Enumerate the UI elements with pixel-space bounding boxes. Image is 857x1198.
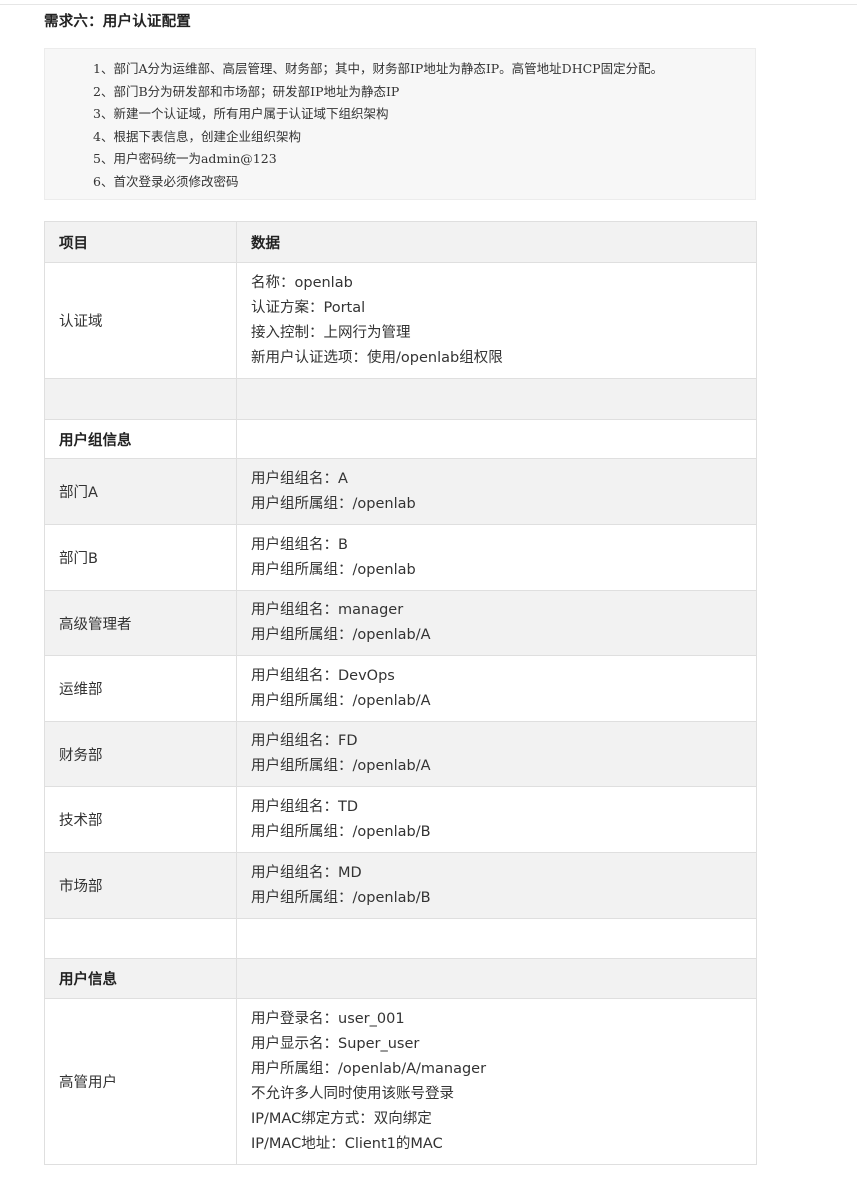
value-line: 用户组组名：B xyxy=(251,536,348,553)
row-value: 用户组组名：A 用户组所属组：/openlab xyxy=(236,458,757,525)
row-key: 高管用户 xyxy=(44,998,237,1165)
table-header-row: 项目 数据 xyxy=(44,221,757,263)
table-row: 部门B 用户组组名：B 用户组所属组：/openlab xyxy=(44,524,757,591)
value-line: IP/MAC绑定方式：双向绑定 xyxy=(251,1110,432,1127)
value-line: 接入控制：上网行为管理 xyxy=(251,324,411,341)
value-line: 不允许多人同时使用该账号登录 xyxy=(251,1085,454,1102)
table-row: 用户信息 xyxy=(44,958,757,999)
value-line: 用户组所属组：/openlab/A xyxy=(251,627,431,643)
row-key: 高级管理者 xyxy=(44,590,237,656)
value-line: 用户登录名：user_001 xyxy=(251,1010,405,1027)
row-value xyxy=(236,419,757,459)
requirement-item: 6、首次登录必须修改密码 xyxy=(93,173,239,189)
value-line: 用户组所属组：/openlab/A xyxy=(251,692,431,709)
value-line: 用户显示名：Super_user xyxy=(251,1035,420,1052)
row-key: 用户信息 xyxy=(44,958,237,999)
row-value: 用户组组名：manager 用户组所属组：/openlab/A xyxy=(236,590,757,656)
requirements-box: 1、部门A分为运维部、高层管理、财务部；其中，财务部IP地址为静态IP。高管地址… xyxy=(44,48,756,200)
row-key: 市场部 xyxy=(44,852,237,919)
config-table: 项目 数据 认证域 名称：openlab 认证方案：Portal 接入控制：上网行为管… xyxy=(44,221,757,1165)
requirements-list: 1、部门A分为运维部、高层管理、财务部；其中，财务部IP地址为静态IP。高管地址… xyxy=(93,58,663,194)
table-row: 部门A 用户组组名：A 用户组所属组：/openlab xyxy=(44,458,757,525)
requirement-item: 2、部门B分为研发部和市场部；研发部IP地址为静态IP xyxy=(93,83,400,99)
table-row: 市场部 用户组组名：MD 用户组所属组：/openlab/B xyxy=(44,852,757,919)
table-row: 用户组信息 xyxy=(44,419,757,459)
value-line: 用户组组名：TD xyxy=(251,798,359,815)
value-line: 认证方案：Portal xyxy=(251,299,366,316)
value-line: 新用户认证选项：使用/openlab组权限 xyxy=(251,349,503,366)
table-row: 高级管理者 用户组组名：manager 用户组所属组：/openlab/A xyxy=(44,590,757,656)
requirement-item: 5、用户密码统一为admin@123 xyxy=(93,151,277,167)
row-key: 技术部 xyxy=(44,786,237,853)
value-line: 用户组所属组：/openlab/A xyxy=(251,758,431,774)
value-line: 用户组所属组：/openlab/B xyxy=(251,889,431,906)
table-row: 技术部 用户组组名：TD 用户组所属组：/openlab/B xyxy=(44,786,757,853)
row-value: 用户组组名：TD 用户组所属组：/openlab/B xyxy=(236,786,757,853)
row-key: 认证域 xyxy=(44,262,237,379)
row-value xyxy=(236,918,757,959)
row-value: 用户组组名：MD 用户组所属组：/openlab/B xyxy=(236,852,757,919)
value-line: 用户组所属组：/openlab xyxy=(251,495,416,512)
value-line: IP/MAC地址：Client1的MAC xyxy=(251,1135,443,1152)
table-row: 高管用户 用户登录名：user_001 用户显示名：Super_user 用户所属组：… xyxy=(44,998,757,1165)
row-key xyxy=(44,378,237,420)
row-value: 用户组组名：B 用户组所属组：/openlab xyxy=(236,524,757,591)
table-row: 财务部 用户组组名：FD 用户组所属组：/openlab/A xyxy=(44,721,757,787)
row-key: 部门A xyxy=(44,458,237,525)
table-row: 认证域 名称：openlab 认证方案：Portal 接入控制：上网行为管理新用户认证… xyxy=(44,262,757,379)
column-header-data: 数据 xyxy=(236,221,757,263)
value-line: 用户所属组：/openlab/A/manager xyxy=(251,1060,487,1077)
table-body: 认证域 名称：openlab 认证方案：Portal 接入控制：上网行为管理新用户认证… xyxy=(44,262,757,1165)
value-line: 名称：openlab xyxy=(251,274,353,291)
value-line: 用户组组名：DevOps xyxy=(251,667,395,684)
requirement-item: 3、新建一个认证域，所有用户属于认证域下组织架构 xyxy=(93,106,389,122)
top-divider xyxy=(0,4,857,5)
value-line: 用户组所属组：/openlab xyxy=(251,561,416,578)
requirement-item: 1、部门A分为运维部、高层管理、财务部；其中，财务部IP地址为静态IP。高管地址… xyxy=(93,61,664,76)
row-key xyxy=(44,918,237,959)
value-line: 用户组组名：manager xyxy=(251,602,404,618)
table-row xyxy=(44,378,757,420)
value-line: 用户组组名：FD xyxy=(251,733,358,749)
table-row xyxy=(44,918,757,959)
row-value: 用户登录名：user_001 用户显示名：Super_user 用户所属组：/ope… xyxy=(236,998,757,1165)
table-row: 运维部 用户组组名：DevOps 用户组所属组：/openlab/A xyxy=(44,655,757,722)
row-value xyxy=(236,958,757,999)
row-key: 财务部 xyxy=(44,721,237,787)
row-value: 用户组组名：DevOps 用户组所属组：/openlab/A xyxy=(236,655,757,722)
row-key: 部门B xyxy=(44,524,237,591)
row-value: 用户组组名：FD 用户组所属组：/openlab/A xyxy=(236,721,757,787)
column-header-item: 项目 xyxy=(44,221,237,263)
row-key: 用户组信息 xyxy=(44,419,237,459)
row-key: 运维部 xyxy=(44,655,237,722)
value-line: 用户组组名：A xyxy=(251,470,348,487)
requirement-item: 4、根据下表信息，创建企业组织架构 xyxy=(93,128,301,144)
row-value: 名称：openlab 认证方案：Portal 接入控制：上网行为管理新用户认证选项：… xyxy=(236,262,757,379)
page-title: 需求六：用户认证配置 xyxy=(44,14,191,30)
value-line: 用户组组名：MD xyxy=(251,864,362,881)
value-line: 用户组所属组：/openlab/B xyxy=(251,823,431,840)
row-value xyxy=(236,378,757,420)
